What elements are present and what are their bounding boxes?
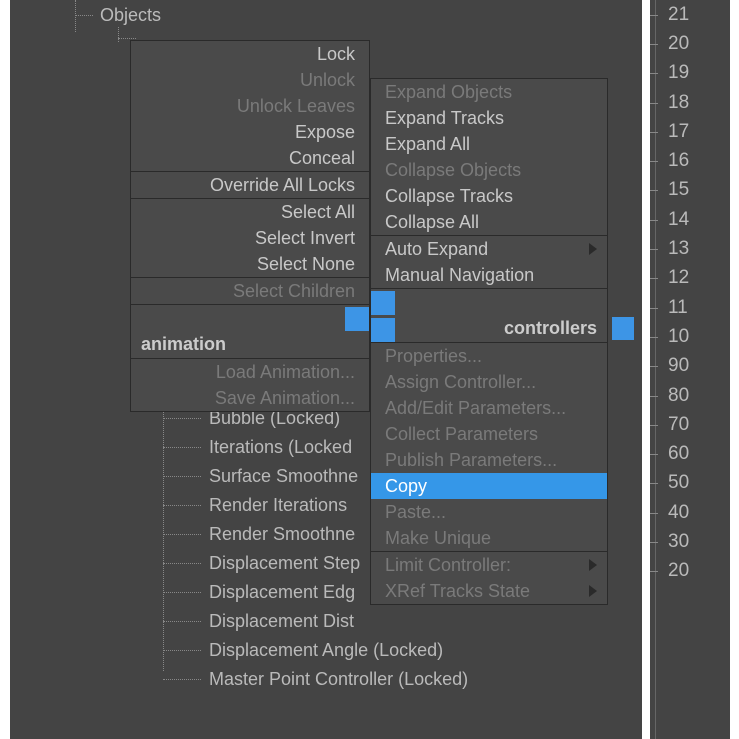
tree-connector: [118, 38, 136, 39]
menu-xref-tracks-state[interactable]: XRef Tracks State: [371, 578, 607, 604]
submenu-arrow-icon: [589, 585, 597, 597]
quad-indicator-icon: [371, 291, 395, 315]
ruler-tick: 19: [650, 59, 730, 88]
menu-unlock[interactable]: Unlock: [131, 67, 369, 93]
ruler-tick: 50: [650, 469, 730, 498]
ruler-tick: 70: [650, 410, 730, 439]
menu-publish-parameters[interactable]: Publish Parameters...: [371, 447, 607, 473]
ruler-tick: 20: [650, 29, 730, 58]
quad-indicator-icon: [612, 317, 634, 340]
menu-expand-objects[interactable]: Expand Objects: [371, 79, 607, 105]
menu-paste[interactable]: Paste...: [371, 499, 607, 525]
context-menu-left: Lock Unlock Unlock Leaves Expose Conceal…: [130, 40, 370, 412]
menu-lock[interactable]: Lock: [131, 41, 369, 67]
menu-label: Auto Expand: [385, 239, 488, 260]
tree-item[interactable]: Displacement Dist: [185, 607, 468, 636]
ruler-tick: 20: [650, 557, 730, 586]
menu-add-edit-parameters[interactable]: Add/Edit Parameters...: [371, 395, 607, 421]
menu-save-animation[interactable]: Save Animation...: [131, 385, 369, 411]
main-panel: Objects Bubble (Locked) Iterations (Lock…: [10, 0, 642, 739]
menu-blank: [371, 289, 607, 315]
menu-label: XRef Tracks State: [385, 581, 530, 602]
ruler-tick: 13: [650, 234, 730, 263]
ruler-tick: 80: [650, 381, 730, 410]
menu-collect-parameters[interactable]: Collect Parameters: [371, 421, 607, 447]
menu-label: Limit Controller:: [385, 555, 511, 576]
menu-header-label: controllers: [504, 318, 597, 339]
ruler-tick: 16: [650, 146, 730, 175]
menu-override-locks[interactable]: Override All Locks: [131, 172, 369, 198]
ruler-tick: 40: [650, 498, 730, 527]
menu-header-animation: animation: [131, 331, 369, 358]
ruler-tick: 60: [650, 439, 730, 468]
menu-expand-all[interactable]: Expand All: [371, 131, 607, 157]
ruler-tick: 21: [650, 0, 730, 29]
menu-properties[interactable]: Properties...: [371, 343, 607, 369]
submenu-arrow-icon: [589, 559, 597, 571]
menu-unlock-leaves[interactable]: Unlock Leaves: [131, 93, 369, 119]
ruler-tick: 15: [650, 176, 730, 205]
menu-select-invert[interactable]: Select Invert: [131, 225, 369, 251]
menu-collapse-all[interactable]: Collapse All: [371, 209, 607, 235]
menu-limit-controller[interactable]: Limit Controller:: [371, 552, 607, 578]
submenu-arrow-icon: [589, 243, 597, 255]
ruler-tick: 14: [650, 205, 730, 234]
menu-select-all[interactable]: Select All: [131, 199, 369, 225]
ruler-tick: 18: [650, 88, 730, 117]
tree-connector: [75, 0, 76, 32]
menu-load-animation[interactable]: Load Animation...: [131, 359, 369, 385]
menu-header-controllers: controllers: [371, 315, 607, 342]
ruler-tick: 90: [650, 352, 730, 381]
tree-connector: [118, 27, 119, 42]
tree-item[interactable]: Master Point Controller (Locked): [185, 665, 468, 694]
tree-root-objects[interactable]: Objects: [100, 5, 161, 26]
menu-select-none[interactable]: Select None: [131, 251, 369, 277]
menu-collapse-objects[interactable]: Collapse Objects: [371, 157, 607, 183]
quad-indicator-icon: [371, 318, 395, 342]
menu-conceal[interactable]: Conceal: [131, 145, 369, 171]
menu-expose[interactable]: Expose: [131, 119, 369, 145]
tree-item[interactable]: Displacement Angle (Locked): [185, 636, 468, 665]
quad-indicator-icon: [345, 307, 369, 331]
ruler-tick: 11: [650, 293, 730, 322]
ruler-tick: 10: [650, 322, 730, 351]
ruler-tick: 12: [650, 264, 730, 293]
menu-copy[interactable]: Copy: [371, 473, 607, 499]
ruler-tick: 17: [650, 117, 730, 146]
menu-manual-navigation[interactable]: Manual Navigation: [371, 262, 607, 288]
tree-connector: [75, 15, 93, 16]
menu-make-unique[interactable]: Make Unique: [371, 525, 607, 551]
menu-assign-controller[interactable]: Assign Controller...: [371, 369, 607, 395]
menu-blank: [131, 305, 369, 331]
menu-select-children[interactable]: Select Children: [131, 278, 369, 304]
menu-auto-expand[interactable]: Auto Expand: [371, 236, 607, 262]
menu-collapse-tracks[interactable]: Collapse Tracks: [371, 183, 607, 209]
menu-expand-tracks[interactable]: Expand Tracks: [371, 105, 607, 131]
ruler-panel: 21 20 19 18 17 16 15 14 13 12 11 10 90 8…: [650, 0, 730, 739]
ruler-tick: 30: [650, 527, 730, 556]
context-menu-right: Expand Objects Expand Tracks Expand All …: [370, 78, 608, 605]
